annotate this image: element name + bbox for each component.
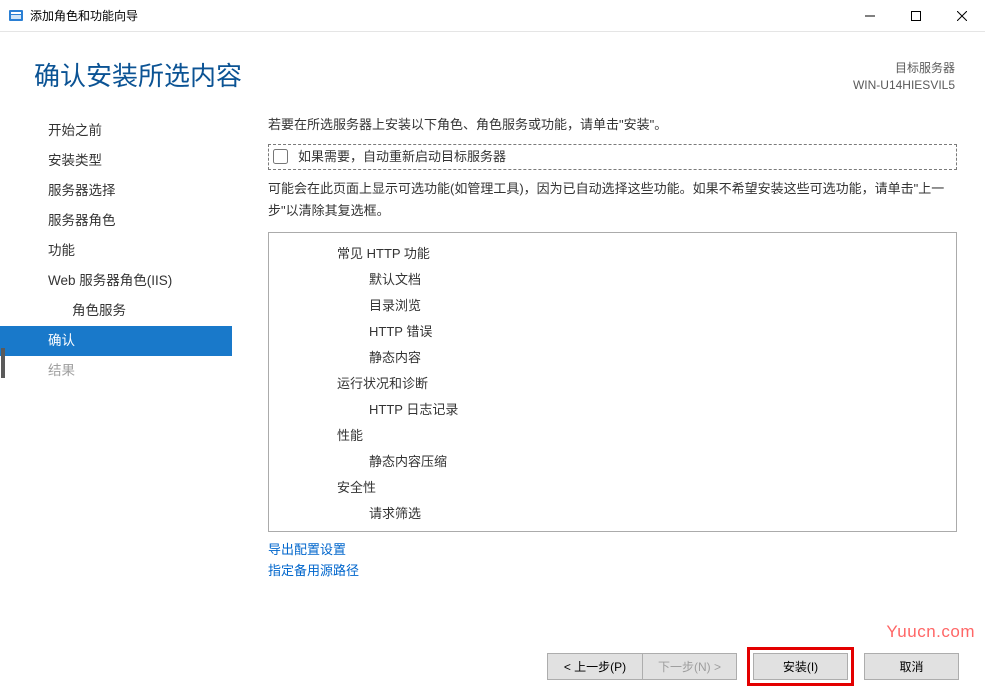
- target-server-info: 目标服务器 WIN-U14HIESVIL5: [853, 56, 955, 94]
- auto-restart-checkbox[interactable]: [273, 149, 288, 164]
- description-text: 若要在所选服务器上安装以下角色、角色服务或功能，请单击"安装"。: [268, 114, 957, 136]
- footer-buttons: < 上一步(P) 下一步(N) > 安装(I) 取消: [547, 647, 959, 686]
- tree-item-default-documents: 默认文档: [269, 267, 956, 293]
- titlebar: 添加角色和功能向导: [0, 0, 985, 32]
- tree-item-directory-browsing: 目录浏览: [269, 293, 956, 319]
- sidebar-item-installation-type[interactable]: 安装类型: [0, 146, 232, 176]
- feature-list[interactable]: 常见 HTTP 功能 默认文档 目录浏览 HTTP 错误 静态内容 运行状况和诊…: [268, 232, 957, 532]
- previous-button[interactable]: < 上一步(P): [547, 653, 642, 680]
- sidebar-item-server-selection[interactable]: 服务器选择: [0, 176, 232, 206]
- specify-alt-source-link[interactable]: 指定备用源路径: [268, 561, 957, 582]
- target-label: 目标服务器: [853, 60, 955, 77]
- next-button: 下一步(N) >: [642, 653, 737, 680]
- sidebar-accent: [1, 348, 5, 378]
- tree-group-performance: 性能: [269, 423, 956, 449]
- body: 开始之前 安装类型 服务器选择 服务器角色 功能 Web 服务器角色(IIS) …: [0, 106, 985, 616]
- tree-item-static-compression: 静态内容压缩: [269, 449, 956, 475]
- install-button[interactable]: 安装(I): [753, 653, 848, 680]
- links: 导出配置设置 指定备用源路径: [268, 540, 957, 582]
- target-name: WIN-U14HIESVIL5: [853, 77, 955, 94]
- tree-item-static-content: 静态内容: [269, 345, 956, 371]
- note-text: 可能会在此页面上显示可选功能(如管理工具)，因为已自动选择这些功能。如果不希望安…: [268, 178, 957, 222]
- install-highlight: 安装(I): [747, 647, 854, 686]
- auto-restart-checkbox-row[interactable]: 如果需要，自动重新启动目标服务器: [268, 144, 957, 170]
- sidebar-item-server-roles[interactable]: 服务器角色: [0, 206, 232, 236]
- page-title: 确认安装所选内容: [34, 56, 242, 93]
- header: 确认安装所选内容 目标服务器 WIN-U14HIESVIL5: [0, 32, 985, 106]
- tree-item-http-errors: HTTP 错误: [269, 319, 956, 345]
- tree-group-http-features: 常见 HTTP 功能: [269, 241, 956, 267]
- sidebar-item-before-you-begin[interactable]: 开始之前: [0, 116, 232, 146]
- app-icon: [8, 8, 24, 24]
- tree-group-security: 安全性: [269, 475, 956, 501]
- tree-item-request-filtering: 请求筛选: [269, 501, 956, 527]
- minimize-button[interactable]: [847, 0, 893, 32]
- sidebar-item-web-server-role-iis[interactable]: Web 服务器角色(IIS): [0, 266, 232, 296]
- close-button[interactable]: [939, 0, 985, 32]
- sidebar-item-role-services[interactable]: 角色服务: [0, 296, 232, 326]
- maximize-button[interactable]: [893, 0, 939, 32]
- sidebar-item-confirmation[interactable]: 确认: [0, 326, 232, 356]
- nav-button-group: < 上一步(P) 下一步(N) >: [547, 653, 737, 680]
- sidebar-item-features[interactable]: 功能: [0, 236, 232, 266]
- tree-item-http-logging: HTTP 日志记录: [269, 397, 956, 423]
- sidebar: 开始之前 安装类型 服务器选择 服务器角色 功能 Web 服务器角色(IIS) …: [0, 106, 232, 616]
- auto-restart-label: 如果需要，自动重新启动目标服务器: [298, 146, 506, 168]
- tree-group-health-diagnostics: 运行状况和诊断: [269, 371, 956, 397]
- sidebar-item-results: 结果: [0, 356, 232, 386]
- export-config-link[interactable]: 导出配置设置: [268, 540, 957, 561]
- watermark: Yuucn.com: [886, 622, 975, 642]
- window-controls: [847, 0, 985, 31]
- cancel-button[interactable]: 取消: [864, 653, 959, 680]
- content: 若要在所选服务器上安装以下角色、角色服务或功能，请单击"安装"。 如果需要，自动…: [232, 106, 985, 616]
- window-title: 添加角色和功能向导: [30, 7, 847, 24]
